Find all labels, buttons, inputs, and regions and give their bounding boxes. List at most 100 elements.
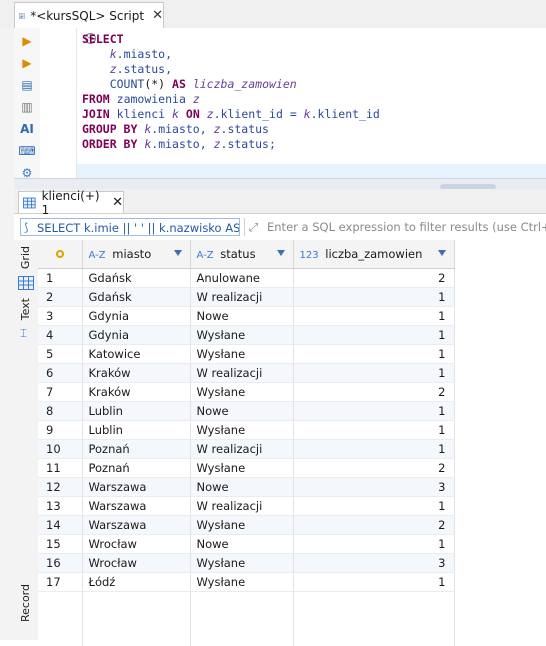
table-cell[interactable]: Wysłane — [190, 420, 294, 440]
table-cell[interactable]: 1 — [293, 534, 455, 554]
table-cell[interactable]: 3 — [293, 477, 455, 497]
table-cell[interactable]: Gdynia — [82, 306, 191, 326]
editor-tab-script[interactable]: *<kursSQL> Script ✕ — [14, 2, 164, 28]
table-row[interactable]: 3 Gdynia Nowe 1 — [38, 306, 455, 326]
table-cell[interactable]: 1 — [293, 572, 455, 592]
table-cell[interactable]: Anulowane — [190, 268, 294, 288]
table-cell[interactable]: 1 — [293, 306, 455, 326]
table-cell[interactable]: Wysłane — [190, 458, 294, 478]
close-icon[interactable]: ✕ — [152, 8, 163, 23]
execute-statement-icon[interactable]: ▶ — [18, 32, 36, 50]
table-cell[interactable]: 3 — [293, 553, 455, 573]
text-view-tab[interactable]: Text — [19, 298, 32, 320]
query-text-field[interactable]: ⟆ SELECT k.imie || ' ' || k.nazwisko AS … — [20, 218, 240, 236]
panels-icon[interactable]: ⌶ — [20, 326, 27, 341]
table-cell[interactable]: 1 — [293, 287, 455, 307]
script-new-tabs-icon[interactable]: ▥ — [18, 98, 36, 116]
table-row[interactable]: 16 Wrocław Wysłane 3 — [38, 553, 455, 573]
table-cell[interactable]: 1 — [293, 496, 455, 516]
filter-expression-input[interactable]: ⤢ Enter a SQL expression to filter resul… — [244, 218, 546, 236]
table-cell[interactable]: Nowe — [190, 306, 294, 326]
execute-in-new-tab-icon[interactable]: ▶ — [18, 54, 36, 72]
row-number: 14 — [38, 515, 83, 535]
table-cell[interactable]: 1 — [293, 439, 455, 459]
results-table: A-Z miasto A-Z status 123 liczba_zamowie… — [38, 240, 455, 646]
table-cell[interactable]: 2 — [293, 268, 455, 288]
table-cell[interactable]: Łódź — [82, 572, 191, 592]
table-cell[interactable]: Nowe — [190, 401, 294, 421]
table-row[interactable]: 10 Poznań W realizacji 1 — [38, 439, 455, 459]
table-cell[interactable]: Wysłane — [190, 382, 294, 402]
table-cell[interactable]: 1 — [293, 344, 455, 364]
table-cell[interactable]: Katowice — [82, 344, 191, 364]
table-row[interactable]: 13 Warszawa W realizacji 1 — [38, 496, 455, 516]
table-row[interactable]: 17 Łódź Wysłane 1 — [38, 572, 455, 592]
table-cell[interactable]: Warszawa — [82, 515, 191, 535]
record-view-tab[interactable]: Record — [19, 584, 32, 622]
table-row[interactable]: 11 Poznań Wysłane 2 — [38, 458, 455, 478]
results-tab[interactable]: klienci(+) 1 ✕ — [18, 189, 124, 217]
table-row[interactable]: 2 Gdańsk W realizacji 1 — [38, 287, 455, 307]
table-cell[interactable]: Lublin — [82, 401, 191, 421]
select-all-corner[interactable] — [38, 240, 83, 269]
execute-script-icon[interactable]: ▤ — [18, 76, 36, 94]
sort-arrow-icon[interactable] — [276, 250, 285, 256]
table-cell[interactable]: 2 — [293, 515, 455, 535]
sql-editor[interactable]: − SELECT k.miasto, z.status, COUNT(*) AS… — [40, 28, 546, 188]
grid-icon[interactable] — [18, 276, 34, 290]
table-cell[interactable]: Poznań — [82, 439, 191, 459]
table-row[interactable]: 14 Warszawa Wysłane 2 — [38, 515, 455, 535]
terminal-icon[interactable]: ⌨ — [18, 142, 36, 160]
table-cell[interactable]: W realizacji — [190, 287, 294, 307]
table-cell[interactable]: 1 — [293, 363, 455, 383]
sql-token: .status; — [220, 137, 276, 151]
table-cell[interactable]: Wrocław — [82, 534, 191, 554]
row-number: 3 — [38, 306, 83, 326]
close-icon[interactable]: ✕ — [112, 195, 123, 210]
table-cell[interactable]: Nowe — [190, 534, 294, 554]
table-row[interactable]: 5 Katowice Wysłane 1 — [38, 344, 455, 364]
table-cell[interactable]: 1 — [293, 401, 455, 421]
table-cell[interactable]: 1 — [293, 420, 455, 440]
table-cell[interactable]: Wysłane — [190, 325, 294, 345]
table-cell[interactable]: Wysłane — [190, 572, 294, 592]
table-cell[interactable]: 2 — [293, 458, 455, 478]
table-row[interactable]: 6 Kraków W realizacji 1 — [38, 363, 455, 383]
table-cell[interactable]: Nowe — [190, 477, 294, 497]
table-cell[interactable]: Kraków — [82, 382, 191, 402]
table-cell[interactable]: Lublin — [82, 420, 191, 440]
table-cell[interactable]: Wrocław — [82, 553, 191, 573]
table-cell[interactable]: Poznań — [82, 458, 191, 478]
table-row[interactable]: 7 Kraków Wysłane 2 — [38, 382, 455, 402]
column-header-status[interactable]: A-Z status — [190, 240, 294, 269]
sort-arrow-icon[interactable] — [173, 250, 182, 256]
column-header-liczba-zamowien[interactable]: 123 liczba_zamowien — [293, 240, 455, 269]
table-cell[interactable]: Wysłane — [190, 515, 294, 535]
table-row[interactable]: 12 Warszawa Nowe 3 — [38, 477, 455, 497]
table-cell[interactable]: W realizacji — [190, 363, 294, 383]
table-cell[interactable]: Wysłane — [190, 344, 294, 364]
sql-token: z — [206, 107, 214, 121]
table-cell[interactable]: Gdynia — [82, 325, 191, 345]
table-row[interactable]: 8 Lublin Nowe 1 — [38, 401, 455, 421]
table-cell[interactable]: W realizacji — [190, 496, 294, 516]
ai-assistant-icon[interactable]: AI — [18, 120, 36, 138]
row-number: 4 — [38, 325, 83, 345]
table-row[interactable]: 15 Wrocław Nowe 1 — [38, 534, 455, 554]
table-cell[interactable]: Wysłane — [190, 553, 294, 573]
table-row[interactable]: 9 Lublin Wysłane 1 — [38, 420, 455, 440]
table-row[interactable]: 1 Gdańsk Anulowane 2 — [38, 268, 455, 288]
table-row[interactable]: 4 Gdynia Wysłane 1 — [38, 325, 455, 345]
column-header-miasto[interactable]: A-Z miasto — [82, 240, 191, 269]
table-cell[interactable]: 2 — [293, 382, 455, 402]
table-cell[interactable]: 1 — [293, 325, 455, 345]
table-cell[interactable]: Warszawa — [82, 496, 191, 516]
table-cell[interactable]: Gdańsk — [82, 287, 191, 307]
table-cell[interactable]: Warszawa — [82, 477, 191, 497]
table-cell[interactable]: W realizacji — [190, 439, 294, 459]
table-cell[interactable]: Gdańsk — [82, 268, 191, 288]
table-cell[interactable]: Kraków — [82, 363, 191, 383]
sort-arrow-icon[interactable] — [437, 250, 446, 256]
grid-view-tab[interactable]: Grid — [19, 246, 32, 269]
